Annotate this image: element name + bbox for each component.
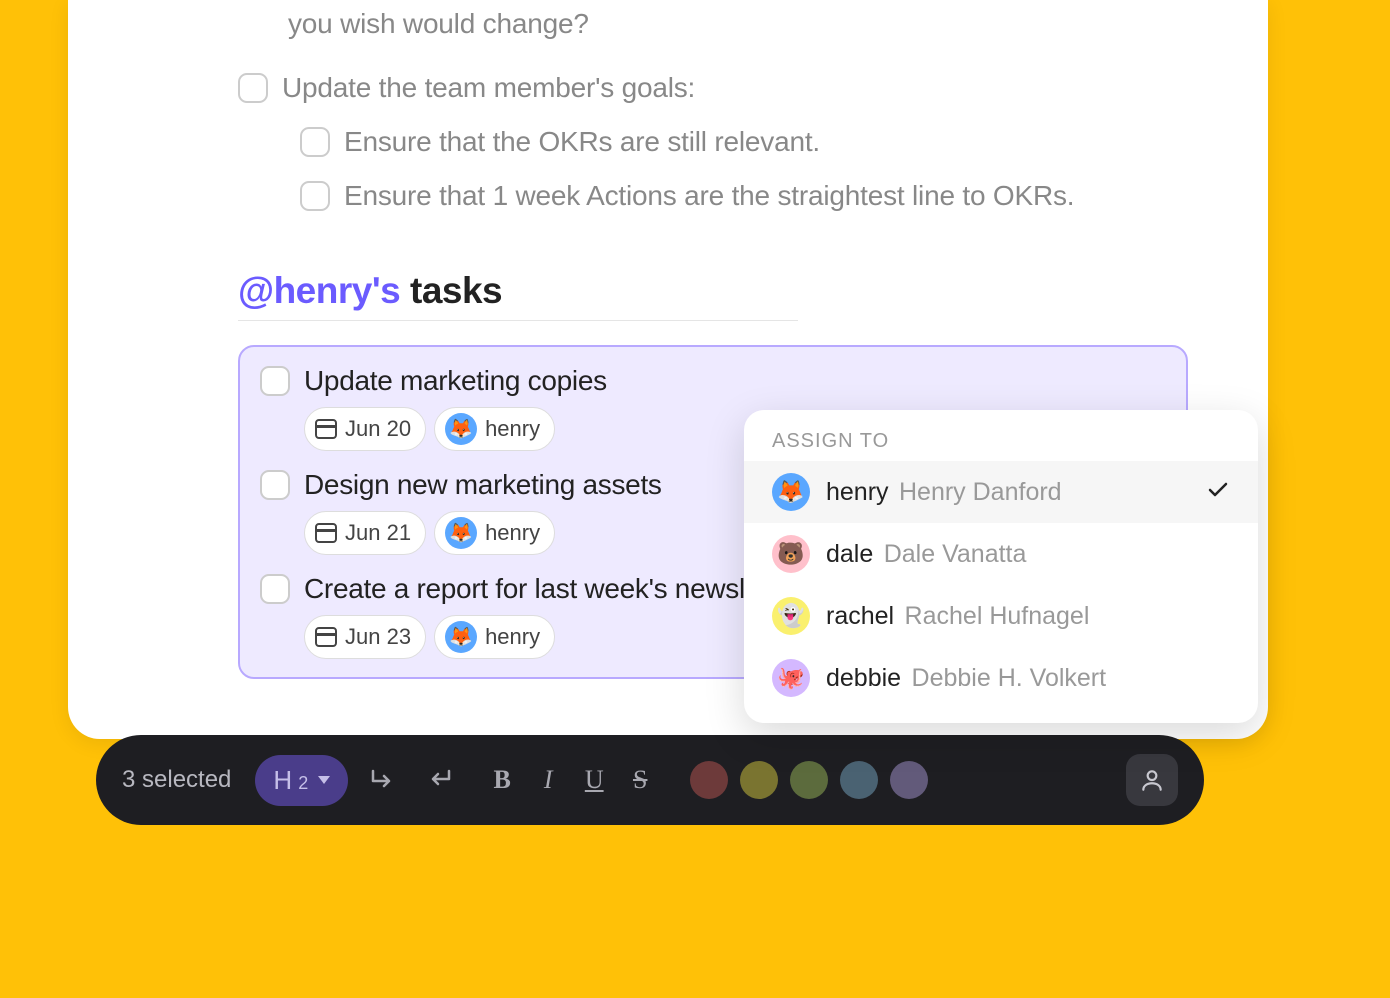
indent-icon[interactable]	[364, 760, 404, 800]
assignee-text: henry	[485, 416, 540, 442]
goal-subitem-1: Ensure that the OKRs are still relevant.	[238, 126, 1188, 158]
task-title[interactable]: Create a report for last week's newslett…	[304, 573, 799, 605]
heading-label: H	[273, 765, 292, 796]
assignee-chip[interactable]: 🦊 henry	[434, 615, 555, 659]
assign-person-button[interactable]	[1126, 754, 1178, 806]
goal-sub-text: Ensure that the OKRs are still relevant.	[344, 126, 820, 158]
goal-sub-text: Ensure that 1 week Actions are the strai…	[344, 180, 1074, 212]
calendar-icon	[315, 523, 337, 543]
partial-prior-text: you wish would change?	[238, 0, 1188, 40]
strikethrough-button[interactable]: S	[624, 765, 656, 795]
goal-subitem-2: Ensure that 1 week Actions are the strai…	[238, 180, 1188, 212]
assign-fullname: Henry Danford	[899, 478, 1062, 506]
date-chip[interactable]: Jun 20	[304, 407, 426, 451]
heading-dropdown-button[interactable]: H2	[255, 755, 348, 806]
section-heading-rest: tasks	[400, 270, 502, 311]
assign-handle: rachel	[826, 602, 894, 630]
check-icon	[1206, 478, 1230, 507]
date-chip[interactable]: Jun 23	[304, 615, 426, 659]
person-icon	[1139, 767, 1165, 793]
formatting-toolbar: 3 selected H2 B I U S	[96, 735, 1204, 825]
chevron-down-icon	[318, 776, 330, 784]
task-checkbox[interactable]	[260, 470, 290, 500]
italic-button[interactable]: I	[532, 765, 564, 795]
underline-button[interactable]: U	[578, 765, 610, 795]
color-swatch[interactable]	[690, 761, 728, 799]
calendar-icon	[315, 627, 337, 647]
color-swatch-group	[690, 761, 928, 799]
assign-option[interactable]: 🐻 dale Dale Vanatta	[744, 523, 1258, 585]
date-text: Jun 20	[345, 416, 411, 442]
assign-handle: debbie	[826, 664, 901, 692]
avatar-henry-icon: 🦊	[445, 413, 477, 445]
assignee-text: henry	[485, 520, 540, 546]
format-group: B I U S	[486, 765, 656, 795]
goal-checkbox[interactable]	[238, 73, 268, 103]
heading-level: 2	[298, 773, 308, 794]
date-chip[interactable]: Jun 21	[304, 511, 426, 555]
date-text: Jun 21	[345, 520, 411, 546]
avatar-rachel-icon: 👻	[772, 597, 810, 635]
section-heading[interactable]: @henry's tasks	[238, 270, 798, 321]
avatar-henry-icon: 🦊	[445, 517, 477, 549]
assign-to-popup: ASSIGN TO 🦊 henry Henry Danford 🐻 dale D…	[744, 410, 1258, 723]
goal-sub-checkbox[interactable]	[300, 181, 330, 211]
task-title[interactable]: Update marketing copies	[304, 365, 607, 397]
assign-fullname: Debbie H. Volkert	[912, 664, 1107, 692]
avatar-debbie-icon: 🐙	[772, 659, 810, 697]
color-swatch[interactable]	[790, 761, 828, 799]
goal-sub-checkbox[interactable]	[300, 127, 330, 157]
selection-count-label: 3 selected	[122, 766, 231, 794]
task-checkbox[interactable]	[260, 574, 290, 604]
assignee-text: henry	[485, 624, 540, 650]
avatar-henry-icon: 🦊	[445, 621, 477, 653]
assignee-chip[interactable]: 🦊 henry	[434, 407, 555, 451]
assign-popup-title: ASSIGN TO	[744, 430, 1258, 461]
task-checkbox[interactable]	[260, 366, 290, 396]
assign-fullname: Dale Vanatta	[884, 540, 1027, 568]
goal-item: Update the team member's goals:	[238, 72, 1188, 104]
assignee-chip[interactable]: 🦊 henry	[434, 511, 555, 555]
assign-option[interactable]: 👻 rachel Rachel Hufnagel	[744, 585, 1258, 647]
assign-fullname: Rachel Hufnagel	[905, 602, 1090, 630]
color-swatch[interactable]	[890, 761, 928, 799]
calendar-icon	[315, 419, 337, 439]
return-icon[interactable]	[420, 760, 460, 800]
assign-option[interactable]: 🐙 debbie Debbie H. Volkert	[744, 647, 1258, 709]
bold-button[interactable]: B	[486, 765, 518, 795]
mention-link[interactable]: @henry's	[238, 270, 400, 311]
date-text: Jun 23	[345, 624, 411, 650]
task-title[interactable]: Design new marketing assets	[304, 469, 662, 501]
goal-text: Update the team member's goals:	[282, 72, 695, 104]
color-swatch[interactable]	[840, 761, 878, 799]
assign-handle: henry	[826, 478, 889, 506]
avatar-henry-icon: 🦊	[772, 473, 810, 511]
avatar-dale-icon: 🐻	[772, 535, 810, 573]
color-swatch[interactable]	[740, 761, 778, 799]
assign-option[interactable]: 🦊 henry Henry Danford	[744, 461, 1258, 523]
assign-handle: dale	[826, 540, 873, 568]
